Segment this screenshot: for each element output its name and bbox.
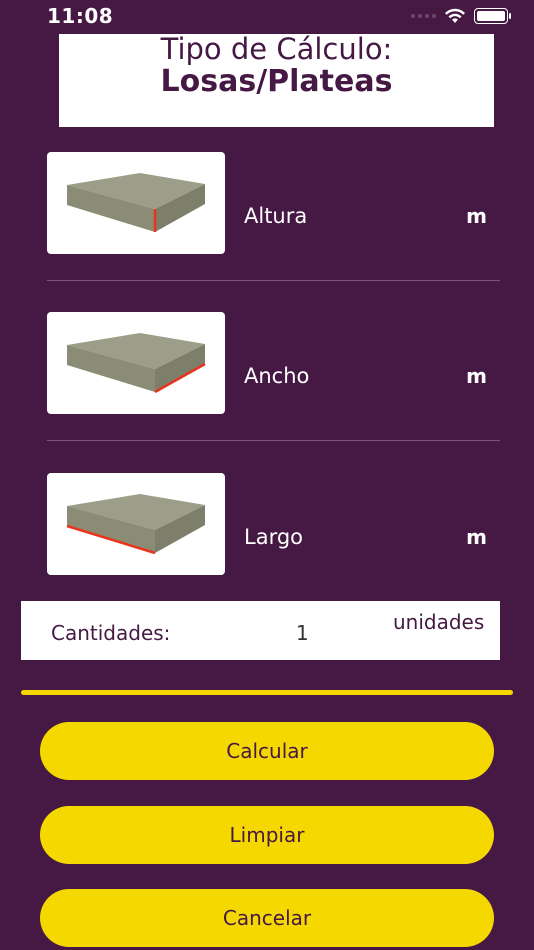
- field-row-ancho[interactable]: Ancho m: [0, 312, 534, 472]
- cancel-button[interactable]: Cancelar: [40, 889, 494, 947]
- slab-width-image: [47, 312, 225, 414]
- divider: [47, 280, 500, 281]
- divider: [47, 440, 500, 441]
- status-bar: 11:08: [0, 0, 534, 34]
- status-icons: [411, 8, 511, 24]
- page-title: Tipo de Cálculo:: [160, 32, 393, 66]
- battery-icon: [474, 8, 511, 24]
- calculate-button[interactable]: Calcular: [40, 722, 494, 780]
- page-subtitle: Losas/Plateas: [160, 64, 393, 99]
- signal-icon: [411, 14, 436, 18]
- calculation-type-card: Tipo de Cálculo: Losas/Plateas: [59, 32, 494, 127]
- quantity-input[interactable]: 1: [296, 621, 309, 645]
- quantity-label: Cantidades:: [51, 621, 171, 645]
- field-label-altura: Altura: [244, 204, 308, 228]
- field-unit-largo: m: [466, 525, 487, 549]
- slab-height-image: [47, 152, 225, 254]
- field-unit-altura: m: [466, 204, 487, 228]
- section-divider: [21, 690, 513, 695]
- field-unit-ancho: m: [466, 364, 487, 388]
- clear-button[interactable]: Limpiar: [40, 806, 494, 864]
- field-label-ancho: Ancho: [244, 364, 310, 388]
- wifi-icon: [445, 8, 465, 23]
- field-row-altura[interactable]: Altura m: [0, 152, 534, 312]
- slab-length-image: [47, 473, 225, 575]
- status-time: 11:08: [47, 4, 114, 28]
- quantity-unit: unidades: [393, 610, 485, 634]
- field-label-largo: Largo: [244, 525, 304, 549]
- quantity-card: Cantidades: 1 unidades: [21, 601, 500, 660]
